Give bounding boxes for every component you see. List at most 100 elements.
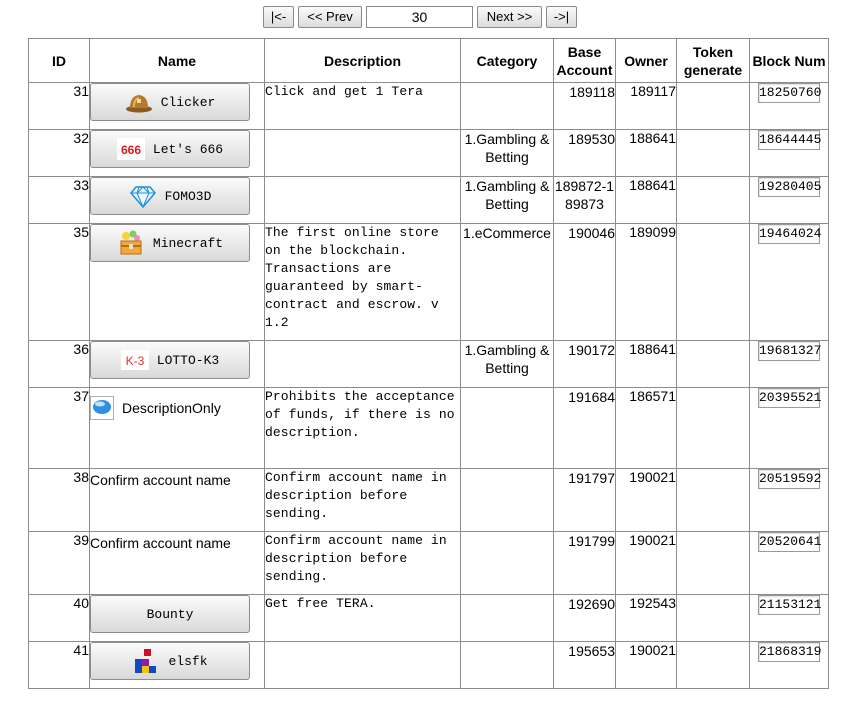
table-row: 39 Confirm account name Confirm account … (28, 531, 829, 595)
row-category: 1.Gambling & Betting (460, 176, 554, 224)
row-base-account: 189118 (553, 82, 616, 130)
svg-text:666: 666 (121, 143, 141, 157)
row-description (264, 641, 461, 689)
block-num-field[interactable]: 19681327 (758, 341, 821, 361)
app-entry-label: DescriptionOnly (122, 400, 221, 416)
block-num-field[interactable]: 21153121 (758, 595, 821, 615)
treasure-chest-icon (120, 230, 142, 255)
row-category: 1.Gambling & Betting (460, 340, 554, 388)
blue-sphere-icon (90, 396, 114, 420)
header-description: Description (264, 38, 461, 83)
table-row: 36 K-3 LOTTO-K3 1.Gambling & Betting 190… (28, 340, 829, 388)
row-id: 33 (28, 176, 90, 224)
row-base-account: 195653 (553, 641, 616, 689)
app-button-label: FOMO3D (164, 188, 212, 204)
prev-page-button[interactable]: << Prev (298, 6, 362, 28)
helmet-icon (125, 95, 152, 113)
header-owner: Owner (615, 38, 677, 83)
block-num-field[interactable]: 18250760 (758, 83, 821, 103)
row-category (460, 641, 554, 689)
app-entry-label: Confirm account name (90, 535, 231, 551)
row-owner: 189117 (615, 82, 677, 130)
block-num-field[interactable]: 19280405 (758, 177, 821, 197)
row-base-account: 191684 (553, 387, 616, 469)
app-button-label: elsfk (168, 653, 208, 669)
app-button-label: Bounty (146, 606, 194, 622)
row-description (264, 176, 461, 224)
block-num-field[interactable]: 20519592 (758, 469, 821, 489)
row-id: 39 (28, 531, 90, 595)
row-owner: 190021 (615, 641, 677, 689)
app-button-fomo3d[interactable]: FOMO3D (90, 177, 250, 215)
row-description (264, 340, 461, 388)
row-owner: 190021 (615, 468, 677, 532)
table-row: 40 Bounty Get free TERA. 192690 192543 2… (28, 594, 829, 642)
row-owner: 186571 (615, 387, 677, 469)
row-token (676, 176, 750, 224)
block-num-field[interactable]: 18644445 (758, 130, 821, 150)
row-token (676, 223, 750, 341)
row-base-account: 189872-189873 (553, 176, 616, 224)
row-token (676, 82, 750, 130)
row-base-account: 190172 (553, 340, 616, 388)
app-entry-label: Confirm account name (90, 472, 231, 488)
row-id: 37 (28, 387, 90, 469)
row-token (676, 129, 750, 177)
row-id: 35 (28, 223, 90, 341)
row-id: 31 (28, 82, 90, 130)
row-token (676, 340, 750, 388)
first-page-button[interactable]: |<- (263, 6, 294, 28)
block-num-field[interactable]: 20395521 (758, 388, 821, 408)
row-base-account: 190046 (553, 223, 616, 341)
k3-logo-icon: K-3 (120, 350, 149, 370)
row-category: 1.eCommerce (460, 223, 554, 341)
app-button-minecraft[interactable]: Minecraft (90, 224, 250, 262)
last-page-button[interactable]: ->| (546, 6, 577, 28)
row-description: Get free TERA. (264, 594, 461, 642)
diamond-icon (129, 186, 156, 209)
row-description: Prohibits the acceptance of funds, if th… (264, 387, 461, 469)
row-token (676, 594, 750, 642)
app-button-lotto-k3[interactable]: K-3 LOTTO-K3 (90, 341, 250, 379)
666-logo-icon: 666 (116, 138, 145, 160)
row-category (460, 387, 554, 469)
header-category: Category (460, 38, 554, 83)
row-owner: 188641 (615, 176, 677, 224)
row-description: Confirm account name in description befo… (264, 531, 461, 595)
app-button-clicker[interactable]: Clicker (90, 83, 250, 121)
app-entry-descriptiononly[interactable]: DescriptionOnly (90, 396, 264, 420)
app-button-lets-666[interactable]: 666 Let's 666 (90, 130, 250, 168)
pagination-bar: |<- << Prev Next >> ->| (263, 6, 577, 28)
row-token (676, 531, 750, 595)
app-button-label: Clicker (160, 94, 216, 110)
app-button-label: LOTTO-K3 (156, 352, 220, 368)
app-button-elsfk[interactable]: elsfk (90, 642, 250, 680)
svg-text:K-3: K-3 (125, 354, 144, 368)
block-num-field[interactable]: 20520641 (758, 532, 821, 552)
table-row: 38 Confirm account name Confirm account … (28, 468, 829, 532)
row-owner: 189099 (615, 223, 677, 341)
table-row: 31 Clicker Click and get 1 Tera 189118 1… (28, 82, 829, 130)
table-row: 41 elsfk 195653 190021 21868319 (28, 641, 829, 689)
app-button-bounty[interactable]: Bounty (90, 595, 250, 633)
table-row: 35 Minecraft The first online store on t… (28, 223, 829, 341)
app-button-label: Minecraft (152, 235, 224, 251)
row-description (264, 129, 461, 177)
next-page-button[interactable]: Next >> (477, 6, 542, 28)
row-category (460, 594, 554, 642)
row-owner: 192543 (615, 594, 677, 642)
row-owner: 188641 (615, 129, 677, 177)
block-num-field[interactable]: 19464024 (758, 224, 821, 244)
header-base-account: Base Account (553, 38, 616, 83)
row-token (676, 468, 750, 532)
header-token-generate: Token generate (676, 38, 750, 83)
table-header-row: ID Name Description Category Base Account… (28, 38, 829, 83)
row-base-account: 191799 (553, 531, 616, 595)
row-id: 41 (28, 641, 90, 689)
row-id: 38 (28, 468, 90, 532)
page-number-input[interactable] (366, 6, 473, 28)
row-id: 36 (28, 340, 90, 388)
header-id: ID (28, 38, 90, 83)
block-num-field[interactable]: 21868319 (758, 642, 821, 662)
row-base-account: 192690 (553, 594, 616, 642)
